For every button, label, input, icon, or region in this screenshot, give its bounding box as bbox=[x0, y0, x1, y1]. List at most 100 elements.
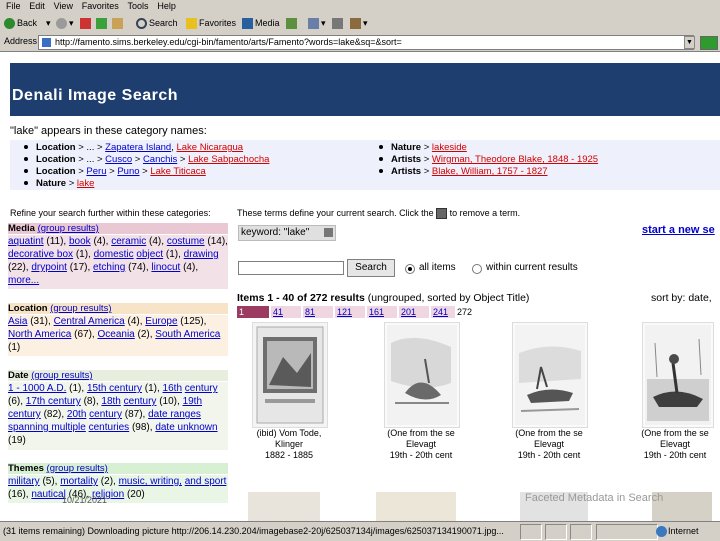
result-thumbnail[interactable] bbox=[642, 322, 714, 428]
facet-link[interactable]: century bbox=[89, 409, 122, 420]
facet-link[interactable]: and sport bbox=[185, 476, 227, 487]
menu-favorites[interactable]: Favorites bbox=[82, 0, 119, 12]
forward-arrow-icon bbox=[56, 18, 67, 30]
back-arrow-icon bbox=[4, 18, 15, 30]
category-link[interactable]: Lake Titicaca bbox=[150, 166, 205, 177]
page-link-current[interactable]: 1 bbox=[237, 306, 269, 318]
category-link[interactable]: lake bbox=[77, 178, 94, 189]
facet-link[interactable]: South America bbox=[155, 329, 220, 340]
media-button[interactable]: Media bbox=[242, 16, 280, 31]
group-results-link[interactable]: (group results) bbox=[31, 370, 92, 381]
stop-button[interactable] bbox=[80, 16, 93, 31]
facet-link[interactable]: Oceania bbox=[97, 329, 134, 340]
menu-tools[interactable]: Tools bbox=[128, 0, 149, 12]
facet-link[interactable]: 1 - 1000 A.D. bbox=[8, 383, 66, 394]
menu-edit[interactable]: Edit bbox=[29, 0, 45, 12]
facet-link[interactable]: Europe bbox=[145, 316, 177, 327]
history-button[interactable] bbox=[286, 16, 299, 31]
remove-term-icon[interactable] bbox=[324, 228, 333, 237]
facet-link[interactable]: military bbox=[8, 476, 40, 487]
mail-button[interactable]: ▾ bbox=[308, 16, 326, 31]
print-button[interactable] bbox=[332, 16, 345, 31]
refresh-button[interactable] bbox=[96, 16, 109, 31]
home-button[interactable] bbox=[112, 16, 125, 31]
category-link[interactable]: Cusco bbox=[105, 154, 132, 165]
facet-link[interactable]: date unknown bbox=[155, 422, 217, 433]
search-button-toolbar[interactable]: Search bbox=[136, 16, 178, 31]
facet-link[interactable]: 16th bbox=[163, 383, 182, 394]
result-thumbnail[interactable] bbox=[252, 322, 328, 428]
facet-link[interactable]: century bbox=[124, 396, 157, 407]
category-link[interactable]: Puno bbox=[117, 166, 139, 177]
result-thumbnail-partial[interactable] bbox=[376, 492, 456, 521]
page-link[interactable]: 81 bbox=[303, 306, 333, 318]
category-link[interactable]: Zapatera Island bbox=[105, 142, 171, 153]
facet-link[interactable]: drypoint bbox=[31, 262, 67, 273]
page-link[interactable]: 161 bbox=[367, 306, 397, 318]
radio-within-results[interactable] bbox=[472, 264, 482, 274]
status-text: (31 items remaining) Downloading picture… bbox=[3, 526, 504, 536]
facet-link[interactable]: costume bbox=[167, 236, 205, 247]
menu-file[interactable]: File bbox=[6, 0, 21, 12]
facet-link[interactable]: North America bbox=[8, 329, 71, 340]
search-input[interactable] bbox=[238, 261, 344, 275]
category-link[interactable]: Peru bbox=[86, 166, 106, 177]
facet-link[interactable]: century bbox=[185, 383, 218, 394]
edit-button[interactable]: ▾ bbox=[350, 16, 368, 31]
category-link[interactable]: Canchis bbox=[143, 154, 177, 165]
result-thumbnail[interactable] bbox=[384, 322, 460, 428]
address-url: http://famento.sims.berkeley.edu/cgi-bin… bbox=[55, 37, 402, 47]
facet-link[interactable]: linocut bbox=[151, 262, 180, 273]
forward-button[interactable]: ▾ bbox=[56, 16, 74, 31]
facet-link[interactable]: drawing bbox=[184, 249, 219, 260]
page-icon bbox=[42, 38, 51, 47]
facet-link[interactable]: mortality bbox=[60, 476, 98, 487]
address-dropdown-icon[interactable]: ▼ bbox=[684, 36, 695, 49]
group-results-link[interactable]: (group results) bbox=[47, 463, 108, 474]
category-item: Location > Peru > Puno > Lake Titicaca bbox=[24, 166, 206, 177]
page-total: 272 bbox=[457, 307, 473, 317]
more-link[interactable]: more... bbox=[8, 275, 39, 286]
facet-link[interactable]: domestic bbox=[94, 249, 134, 260]
menu-help[interactable]: Help bbox=[157, 0, 176, 12]
result-thumbnail-partial[interactable] bbox=[248, 492, 320, 521]
search-icon bbox=[136, 18, 147, 30]
group-results-link[interactable]: (group results) bbox=[38, 223, 99, 234]
facet-link[interactable]: 15th century bbox=[87, 383, 142, 394]
address-input[interactable]: http://famento.sims.berkeley.edu/cgi-bin… bbox=[38, 35, 694, 50]
facet-link[interactable]: Asia bbox=[8, 316, 27, 327]
facet-link[interactable]: book bbox=[69, 236, 91, 247]
page-link[interactable]: 121 bbox=[335, 306, 365, 318]
facet-link[interactable]: nautical bbox=[31, 489, 65, 500]
radio-all-items[interactable] bbox=[405, 264, 415, 274]
group-results-link[interactable]: (group results) bbox=[50, 303, 111, 314]
category-link[interactable]: Wirgman, Theodore Blake, 1848 - 1925 bbox=[432, 154, 598, 165]
facet-link[interactable]: music, writing, bbox=[119, 476, 182, 487]
category-link[interactable]: Lake Nicaragua bbox=[176, 142, 243, 153]
facet-link[interactable]: object bbox=[136, 249, 163, 260]
back-dropdown-icon[interactable]: ▾ bbox=[46, 16, 51, 31]
search-button[interactable]: Search bbox=[347, 259, 395, 277]
facet-link[interactable]: etching bbox=[93, 262, 125, 273]
start-new-search-link[interactable]: start a new se bbox=[642, 224, 715, 236]
category-link[interactable]: Lake Sabpachocha bbox=[188, 154, 269, 165]
favorites-button[interactable]: Favorites bbox=[186, 16, 236, 31]
menu-view[interactable]: View bbox=[54, 0, 73, 12]
facet-link[interactable]: 18th bbox=[101, 396, 120, 407]
go-icon[interactable] bbox=[700, 36, 718, 50]
page-link[interactable]: 201 bbox=[399, 306, 429, 318]
facet-link[interactable]: Central America bbox=[54, 316, 125, 327]
bullet-icon bbox=[24, 157, 28, 162]
result-thumbnail[interactable] bbox=[512, 322, 588, 428]
category-link[interactable]: lakeside bbox=[432, 142, 467, 153]
facet-link[interactable]: aquatint bbox=[8, 236, 44, 247]
facet-link[interactable]: centuries bbox=[89, 422, 130, 433]
facet-link[interactable]: ceramic bbox=[111, 236, 146, 247]
facet-link[interactable]: decorative box bbox=[8, 249, 73, 260]
facet-link[interactable]: 17th century bbox=[26, 396, 81, 407]
page-link[interactable]: 41 bbox=[271, 306, 301, 318]
back-button[interactable]: Back bbox=[4, 16, 37, 31]
category-link[interactable]: Blake, William, 1757 - 1827 bbox=[432, 166, 548, 177]
facet-link[interactable]: 20th bbox=[67, 409, 86, 420]
page-link[interactable]: 241 bbox=[431, 306, 455, 318]
